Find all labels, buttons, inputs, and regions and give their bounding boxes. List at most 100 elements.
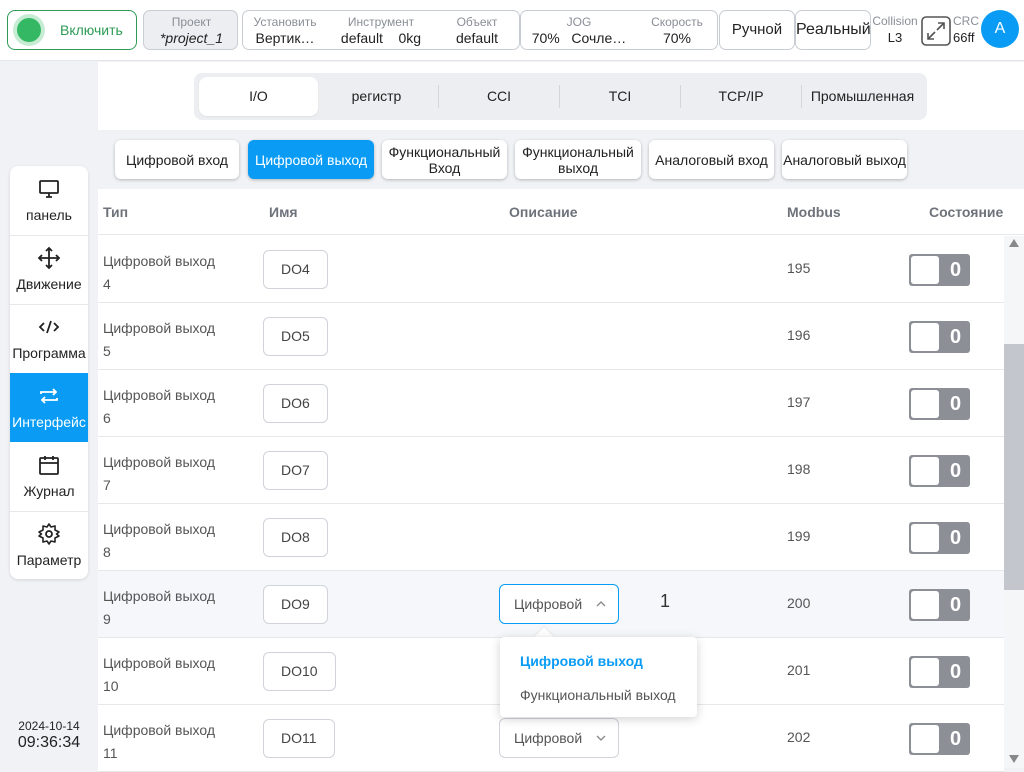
tab-register[interactable]: регистр bbox=[318, 77, 435, 116]
row-type-num: 10 bbox=[103, 678, 119, 694]
sidebar-item-settings[interactable]: Параметр bbox=[10, 511, 88, 579]
row-name-field[interactable]: DO5 bbox=[263, 317, 328, 356]
toggle-knob bbox=[911, 524, 939, 552]
toggle-knob bbox=[911, 658, 939, 686]
row-type: Цифровой выход 11 bbox=[103, 719, 215, 765]
state-toggle[interactable]: 0 bbox=[909, 589, 970, 621]
row-modbus: 201 bbox=[787, 662, 811, 678]
row-modbus: 202 bbox=[787, 729, 811, 745]
row-type: Цифровой выход 6 bbox=[103, 384, 215, 430]
row-name-field[interactable]: DO9 bbox=[263, 585, 328, 624]
row-name-field[interactable]: DO8 bbox=[263, 518, 328, 557]
subtab-function-output[interactable]: Функциональный выход bbox=[515, 140, 641, 179]
column-type: Тип bbox=[103, 204, 129, 220]
row-modbus: 198 bbox=[787, 461, 811, 477]
tool-selector[interactable]: Инструмент default 0kg bbox=[329, 11, 433, 51]
tab-industrial[interactable]: Промышленная bbox=[802, 77, 923, 116]
sidebar-item-label: Параметр bbox=[16, 552, 82, 568]
crc-caption: CRC bbox=[953, 14, 979, 28]
subtab-analog-output[interactable]: Аналоговый выход bbox=[782, 140, 907, 179]
sidebar-item-program[interactable]: Программа bbox=[10, 304, 88, 373]
object-value: default bbox=[455, 30, 499, 46]
subtab-digital-input[interactable]: Цифровой вход bbox=[115, 140, 239, 179]
chevron-up-icon bbox=[596, 601, 606, 607]
sidebar-nav: панель Движение Программа Интерфейс Журн… bbox=[10, 166, 88, 579]
toggle-knob bbox=[911, 591, 939, 619]
row-modbus: 197 bbox=[787, 394, 811, 410]
table-row: Цифровой выход 5 DO5 196 0 bbox=[98, 303, 1004, 370]
sidebar-item-log[interactable]: Журнал bbox=[10, 442, 88, 511]
jog-caption: JOG bbox=[566, 15, 592, 29]
gear-icon bbox=[38, 523, 60, 545]
subtab-function-input[interactable]: Функциональный Вход bbox=[382, 140, 507, 179]
sidebar-item-motion[interactable]: Движение bbox=[10, 235, 88, 304]
install-value: Вертик… bbox=[255, 30, 315, 46]
user-avatar[interactable]: A bbox=[981, 10, 1019, 48]
power-status-icon bbox=[17, 18, 41, 42]
tab-io[interactable]: I/O bbox=[199, 77, 318, 116]
row-name-field[interactable]: DO4 bbox=[263, 250, 328, 289]
row-modbus: 200 bbox=[787, 595, 811, 611]
install-tool-object-group: Установить Вертик… Инструмент default 0k… bbox=[242, 10, 520, 50]
table-row: Цифровой выход 9 DO9 Цифровой выход 1 200… bbox=[98, 571, 1004, 638]
chevron-down-icon bbox=[596, 735, 606, 741]
tab-tcpip[interactable]: TCP/IP bbox=[681, 77, 801, 116]
state-toggle[interactable]: 0 bbox=[909, 388, 970, 420]
tab-cci[interactable]: CCI bbox=[439, 77, 559, 116]
state-toggle[interactable]: 0 bbox=[909, 455, 970, 487]
row-name-field[interactable]: DO6 bbox=[263, 384, 328, 423]
row-type: Цифровой выход 5 bbox=[103, 317, 215, 363]
description-select[interactable]: Цифровой выход bbox=[499, 584, 619, 624]
column-description: Описание bbox=[509, 204, 578, 220]
real-mode-button[interactable]: Реальный bbox=[795, 10, 871, 50]
manual-mode-button[interactable]: Ручной bbox=[719, 10, 795, 50]
sidebar-item-label: Программа bbox=[12, 345, 86, 361]
row-modbus: 196 bbox=[787, 327, 811, 343]
jog-selector[interactable]: JOG 70% Сочле… bbox=[527, 11, 631, 51]
jog-speed-group: JOG 70% Сочле… Скорость 70% bbox=[520, 10, 718, 50]
toggle-knob bbox=[911, 725, 939, 753]
tab-tci[interactable]: TCI bbox=[560, 77, 680, 116]
state-toggle[interactable]: 0 bbox=[909, 321, 970, 353]
scroll-down-icon[interactable] bbox=[1008, 754, 1020, 764]
object-caption: Объект bbox=[456, 15, 498, 29]
project-value: *project_1 bbox=[159, 30, 224, 46]
sidebar-item-label: Интерфейс bbox=[12, 414, 86, 430]
row-type-text: Цифровой выход bbox=[103, 387, 216, 403]
state-toggle[interactable]: 0 bbox=[909, 254, 970, 286]
power-on-button[interactable]: Включить bbox=[7, 10, 137, 50]
collision-caption: Collision bbox=[872, 14, 918, 28]
row-name-field[interactable]: DO10 bbox=[263, 652, 336, 691]
state-value: 0 bbox=[949, 326, 962, 348]
sidebar-item-panel[interactable]: панель bbox=[10, 166, 88, 235]
object-selector[interactable]: Объект default bbox=[439, 11, 515, 51]
description-select[interactable]: Цифровой выход bbox=[499, 718, 619, 758]
state-toggle[interactable]: 0 bbox=[909, 656, 970, 688]
subtab-analog-input[interactable]: Аналоговый вход bbox=[649, 140, 774, 179]
row-name-field[interactable]: DO11 bbox=[263, 719, 335, 758]
dropdown-option-digital-output[interactable]: Цифровой выход bbox=[520, 653, 643, 669]
speed-selector[interactable]: Скорость 70% bbox=[641, 11, 713, 51]
row-type: Цифровой выход 9 bbox=[103, 585, 215, 631]
row-type: Цифровой выход 4 bbox=[103, 250, 215, 296]
row-modbus: 195 bbox=[787, 260, 811, 276]
row-name-field[interactable]: DO7 bbox=[263, 451, 328, 490]
table-row: Цифровой выход 7 DO7 198 0 bbox=[98, 437, 1004, 504]
move-icon bbox=[37, 246, 61, 270]
install-caption: Установить bbox=[253, 15, 317, 29]
row-type-num: 8 bbox=[103, 544, 111, 560]
clock-time: 09:36:34 bbox=[17, 734, 81, 751]
scrollbar-thumb[interactable] bbox=[1004, 344, 1024, 590]
project-selector[interactable]: Проект *project_1 bbox=[143, 10, 238, 50]
sidebar-item-interface[interactable]: Интерфейс bbox=[10, 373, 88, 442]
state-toggle[interactable]: 0 bbox=[909, 723, 970, 755]
install-selector[interactable]: Установить Вертик… bbox=[249, 11, 321, 51]
row-type-text: Цифровой выход bbox=[103, 588, 216, 604]
subtab-digital-output[interactable]: Цифровой выход bbox=[248, 140, 374, 179]
dropdown-option-function-output[interactable]: Функциональный выход bbox=[520, 687, 676, 703]
toggle-knob bbox=[911, 457, 939, 485]
speed-value: 70% bbox=[662, 30, 692, 46]
scroll-up-icon[interactable] bbox=[1008, 238, 1020, 248]
expand-icon[interactable] bbox=[921, 16, 951, 46]
state-toggle[interactable]: 0 bbox=[909, 522, 970, 554]
